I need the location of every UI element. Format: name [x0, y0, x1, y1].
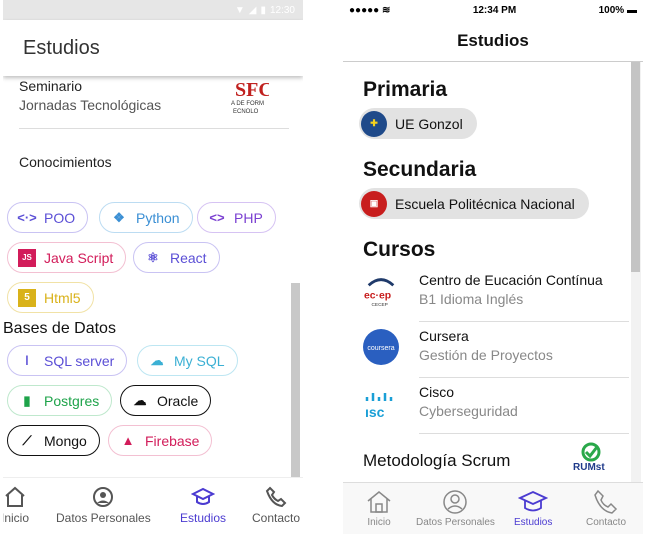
user-icon [93, 487, 114, 507]
firebase-icon: ▲ [121, 433, 135, 448]
course-name: Cursera [419, 328, 469, 344]
chip-react[interactable]: ⚛ React [133, 242, 220, 273]
chip-html5[interactable]: 5 Html5 [7, 282, 94, 313]
phone-icon [265, 486, 287, 508]
bookmark-icon: ▮ [23, 392, 31, 408]
course-name: Cisco [419, 384, 455, 400]
react-icon: ⚛ [147, 249, 159, 265]
tab-datos-personales[interactable]: Datos Personales [416, 489, 495, 528]
ecep-logo: ec·ep CECEP [363, 273, 399, 309]
svg-text:coursera: coursera [367, 345, 394, 352]
secundaria-heading: Secundaria [363, 158, 477, 181]
scrum-logo: RUMst [571, 440, 611, 480]
scrum-label: Metodología Scrum [363, 451, 511, 470]
android-phone: ▼ ◢ ▮ 12:30 Estudios Seminario Jornadas … [3, 0, 303, 534]
nav-bar: Estudios [343, 20, 643, 62]
svg-text:SFC: SFC [235, 79, 269, 101]
tab-estudios[interactable]: Estudios [514, 489, 552, 528]
signal-icon: ●●●●● ≋ [349, 4, 391, 16]
battery-icon: ▮ [260, 4, 266, 16]
chip-secundaria-school[interactable]: ▣ Escuela Politécnica Nacional [359, 188, 589, 219]
cursos-heading: Cursos [363, 238, 436, 261]
scrollbar-thumb[interactable] [631, 62, 640, 272]
code-icon: <·> [17, 210, 37, 225]
tab-contacto[interactable]: Contacto [586, 489, 626, 528]
sfc-logo: SFC A DE FORM ECNOLO [231, 79, 269, 115]
html5-icon: 5 [18, 288, 36, 307]
ios-phone: ●●●●● ≋ 12:34 PM 100% ▬ Estudios Primari… [343, 0, 643, 534]
course-item[interactable]: ec·ep CECEP Centro de Eucación Contínua B… [363, 266, 629, 322]
sql-server-icon: ǀ [25, 353, 29, 368]
cisco-logo: ısc [363, 385, 399, 421]
phone-icon [594, 489, 618, 514]
chip-php[interactable]: <> PHP [197, 202, 276, 233]
svg-text:ECNOLO: ECNOLO [233, 109, 259, 115]
svg-text:RUMst: RUMst [573, 462, 605, 473]
divider [419, 433, 629, 434]
code-icon: <> [209, 210, 225, 225]
nav-contacto[interactable]: Contacto [252, 486, 300, 525]
chip-mongo[interactable]: ⟋ Mongo [7, 425, 100, 456]
svg-text:ısc: ısc [365, 404, 385, 420]
course-detail: B1 Idioma Inglés [419, 291, 524, 307]
status-time: 12:34 PM [472, 4, 517, 16]
tab-inicio[interactable]: Inicio [365, 489, 393, 528]
chip-postgres[interactable]: ▮ Postgres [7, 385, 113, 416]
nav-datos-personales[interactable]: Datos Personales [56, 486, 151, 525]
chip-sql-server[interactable]: ǀ SQL server [7, 345, 128, 376]
signal-icon: ◢ [248, 4, 257, 16]
content-scroll[interactable]: Seminario Jornadas Tecnológicas SFC A DE… [3, 76, 303, 477]
home-icon [5, 486, 25, 507]
home-icon [367, 491, 391, 513]
svg-text:CECEP: CECEP [372, 302, 388, 308]
svg-text:ec·ep: ec·ep [364, 291, 391, 302]
chip-oracle[interactable]: ☁ Oracle [120, 385, 212, 416]
seminar-item[interactable]: Seminario Jornadas Tecnológicas SFC A DE… [3, 76, 303, 128]
wifi-icon: ▼ [234, 4, 245, 16]
bottom-nav: Inicio Datos Personales Estudios Contact… [3, 477, 303, 534]
primaria-heading: Primaria [363, 78, 448, 101]
javascript-icon: JS [18, 248, 36, 267]
scrollbar[interactable] [631, 62, 641, 482]
page-title: Estudios [457, 30, 529, 50]
school-crest-icon: ▣ [361, 190, 387, 217]
databases-heading: Bases de Datos [3, 320, 116, 337]
chip-firebase[interactable]: ▲ Firebase [108, 425, 213, 456]
status-bar: ▼ ◢ ▮ 12:30 [3, 0, 303, 20]
tab-bar: Inicio Datos Personales Estudios Contact… [343, 482, 643, 534]
chip-javascript[interactable]: JS Java Script [7, 242, 127, 273]
course-item[interactable]: coursera Cursera Gestión de Proyectos [363, 322, 629, 378]
cloud-icon: ☁ [133, 392, 147, 408]
knowledge-label: Conocimientos [19, 154, 112, 170]
user-icon [443, 490, 468, 514]
battery-indicator: 100% ▬ [598, 4, 637, 16]
chart-line-icon: ⟋ [22, 432, 32, 448]
app-bar: Estudios [3, 20, 303, 76]
school-crest-icon: ✚ [361, 110, 387, 137]
nav-inicio[interactable]: Inicio [3, 486, 29, 525]
status-time: 12:30 [269, 4, 295, 16]
app-comparison: ▼ ◢ ▮ 12:30 Estudios Seminario Jornadas … [0, 0, 646, 534]
nav-estudios[interactable]: Estudios [180, 486, 226, 525]
school-icon [518, 491, 549, 512]
chip-poo[interactable]: <·> POO [7, 202, 89, 233]
python-icon: ❖ [113, 209, 125, 225]
chip-primaria-school[interactable]: ✚ UE Gonzol [359, 108, 477, 139]
course-detail: Cyberseguridad [419, 403, 518, 419]
status-bar: ●●●●● ≋ 12:34 PM 100% ▬ [343, 0, 643, 20]
content-scroll[interactable]: Primaria ✚ UE Gonzol Secundaria ▣ Escuel… [343, 62, 643, 482]
coursera-logo: coursera [363, 329, 399, 365]
chip-mysql[interactable]: ☁ My SQL [137, 345, 238, 376]
chip-python[interactable]: ❖ Python [99, 202, 193, 233]
course-name: Centro de Eucación Contínua [419, 272, 603, 288]
cloud-icon: ☁ [150, 352, 164, 368]
svg-text:A DE FORM: A DE FORM [231, 101, 264, 107]
course-item[interactable]: ısc Cisco Cyberseguridad [363, 378, 629, 434]
course-detail: Gestión de Proyectos [419, 347, 553, 363]
scrollbar[interactable] [291, 283, 300, 477]
school-icon [191, 487, 216, 505]
page-title: Estudios [23, 36, 100, 59]
